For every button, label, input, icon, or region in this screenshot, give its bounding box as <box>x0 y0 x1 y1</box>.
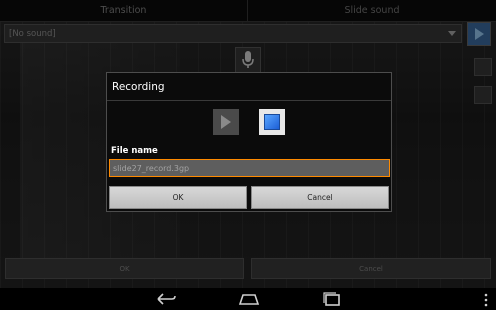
file-name-value: slide27_record.3gp <box>113 163 190 173</box>
home-icon[interactable] <box>237 291 261 307</box>
dialog-title: Recording <box>107 73 391 101</box>
stop-icon <box>264 114 280 130</box>
recording-dialog: Recording File name slide27_record.3gp O… <box>106 72 392 212</box>
file-name-label: File name <box>111 146 158 156</box>
dialog-cancel-button[interactable]: Cancel <box>251 186 389 209</box>
stop-recording-button[interactable] <box>259 109 285 135</box>
system-navigation-bar <box>0 288 496 310</box>
recent-apps-icon[interactable] <box>320 291 344 307</box>
play-icon <box>221 115 231 129</box>
dialog-ok-button[interactable]: OK <box>109 186 247 209</box>
back-icon[interactable] <box>154 291 178 307</box>
file-name-input[interactable]: slide27_record.3gp <box>109 159 390 177</box>
overflow-menu-icon[interactable] <box>484 293 488 307</box>
recording-controls <box>107 109 393 137</box>
play-recording-button[interactable] <box>213 109 239 135</box>
